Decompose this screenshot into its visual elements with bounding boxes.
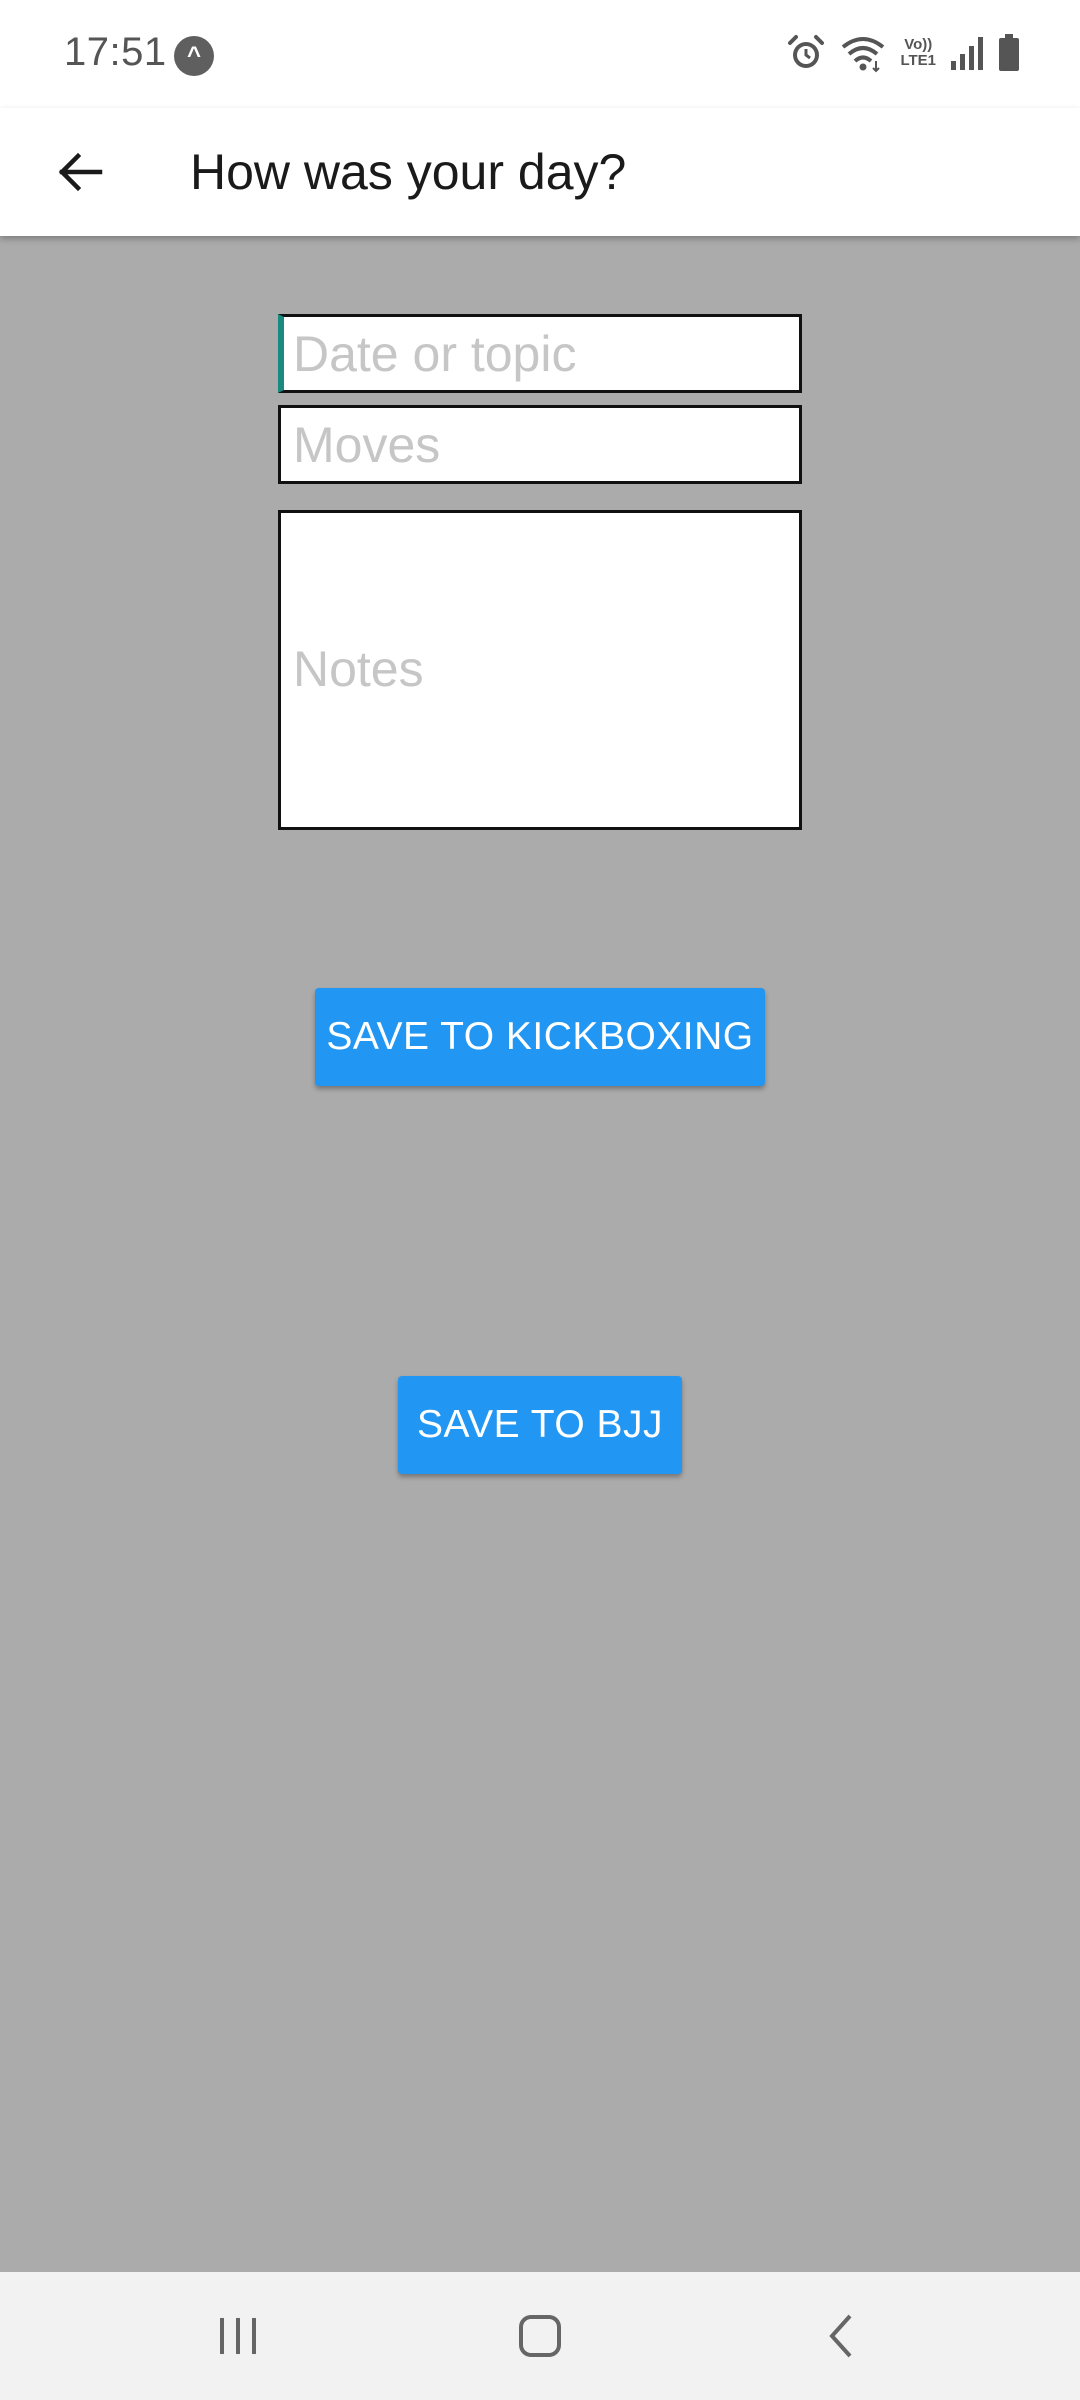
status-bar: 17:51 ^ Vo)) LTE1 bbox=[0, 0, 1080, 108]
status-icons: Vo)) LTE1 bbox=[786, 30, 1020, 76]
screen: 17:51 ^ Vo)) LTE1 How was your day? Date… bbox=[0, 0, 1080, 2400]
notes-textarea[interactable] bbox=[278, 510, 802, 830]
save-to-kickboxing-button[interactable]: SAVE TO KICKBOXING bbox=[315, 988, 765, 1086]
home-icon bbox=[519, 2315, 561, 2357]
volte-label-bottom: LTE1 bbox=[900, 52, 936, 69]
recents-icon bbox=[220, 2318, 256, 2354]
signal-icon bbox=[951, 37, 983, 70]
home-button[interactable] bbox=[500, 2296, 580, 2376]
arrow-left-icon bbox=[58, 152, 103, 192]
system-nav-bar bbox=[0, 2272, 1080, 2400]
alarm-icon bbox=[788, 35, 825, 68]
back-chevron-icon bbox=[829, 2314, 852, 2358]
app-notification-icon: ^ bbox=[174, 36, 214, 76]
back-button[interactable] bbox=[40, 132, 120, 212]
moves-input[interactable] bbox=[278, 405, 802, 484]
recents-button[interactable] bbox=[198, 2296, 278, 2376]
page-title: How was your day? bbox=[190, 144, 627, 200]
volte-label-top: Vo)) bbox=[904, 36, 933, 53]
system-back-button[interactable] bbox=[802, 2296, 882, 2376]
save-to-bjj-button[interactable]: SAVE TO BJJ bbox=[398, 1376, 682, 1474]
status-time: 17:51 bbox=[64, 30, 167, 74]
app-bar: How was your day? bbox=[0, 108, 1080, 236]
wifi-icon bbox=[842, 37, 885, 73]
volte-icon: Vo)) LTE1 bbox=[900, 37, 936, 69]
battery-icon bbox=[999, 34, 1019, 71]
date-or-topic-input[interactable] bbox=[278, 314, 802, 393]
